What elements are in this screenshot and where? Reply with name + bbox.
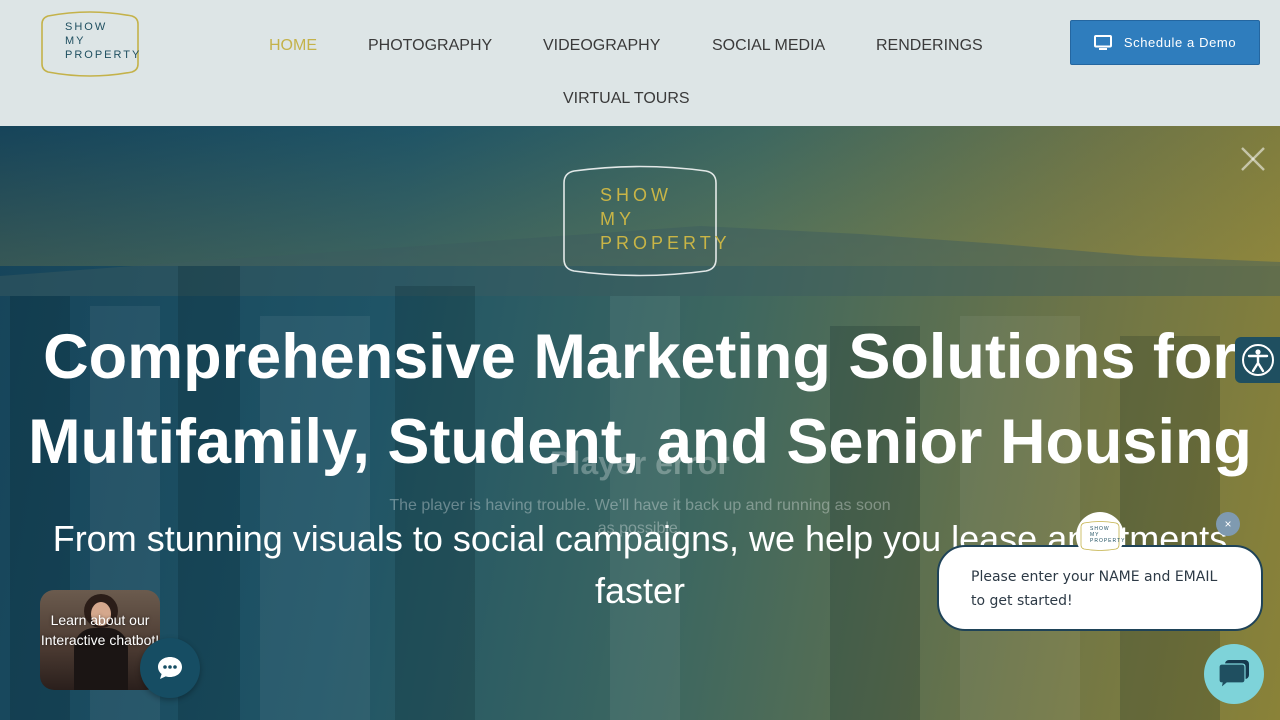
site-header: SHOW MY PROPERTY HOME PHOTOGRAPHY VIDEOG… xyxy=(0,0,1280,126)
nav-virtual-tours[interactable]: VIRTUAL TOURS xyxy=(563,90,690,108)
hero-logo-line: SHOW xyxy=(600,185,672,205)
schedule-demo-label: Schedule a Demo xyxy=(1123,35,1237,50)
nav-renderings[interactable]: RENDERINGS xyxy=(876,37,983,55)
nav-social-media[interactable]: SOCIAL MEDIA xyxy=(712,37,825,55)
avatar-logo-line: PROPERTY xyxy=(1090,538,1126,544)
monitor-icon xyxy=(1093,34,1112,50)
hero-logo: SHOW MY PROPERTY xyxy=(560,165,727,277)
hero-headline-line: Comprehensive Marketing Solutions for xyxy=(43,322,1237,392)
accessibility-icon xyxy=(1241,344,1274,376)
accessibility-button[interactable] xyxy=(1235,337,1280,383)
hero-headline-line: Multifamily, Student, and Senior Housing xyxy=(28,407,1252,477)
chat-open-button[interactable] xyxy=(140,638,200,698)
hero-logo-line: PROPERTY xyxy=(600,233,731,253)
hero-logo-line: MY xyxy=(600,209,635,229)
nav-photography[interactable]: PHOTOGRAPHY xyxy=(368,37,492,55)
messenger-button[interactable] xyxy=(1204,644,1264,704)
chatbot-avatar: SHOW MY PROPERTY xyxy=(1076,512,1124,560)
logo-line: PROPERTY xyxy=(65,49,142,61)
chat-prompt-text: Please enter your NAME and EMAIL to get … xyxy=(971,569,1218,609)
chatbot-video-caption: Learn about our Interactive chatbot! xyxy=(40,612,160,648)
chat-bubble-icon xyxy=(158,657,182,679)
schedule-demo-button[interactable]: Schedule a Demo xyxy=(1070,20,1260,65)
hero-headline: Comprehensive Marketing Solutions for Mu… xyxy=(0,315,1280,485)
site-logo[interactable]: SHOW MY PROPERTY xyxy=(40,10,140,78)
logo-line: SHOW xyxy=(65,21,108,33)
messenger-icon xyxy=(1218,660,1249,689)
nav-videography[interactable]: VIDEOGRAPHY xyxy=(543,37,660,55)
chat-bubble-close-button[interactable]: × xyxy=(1216,512,1240,536)
logo-line: MY xyxy=(65,35,86,47)
close-icon[interactable] xyxy=(1240,146,1266,172)
nav-home[interactable]: HOME xyxy=(269,37,317,55)
